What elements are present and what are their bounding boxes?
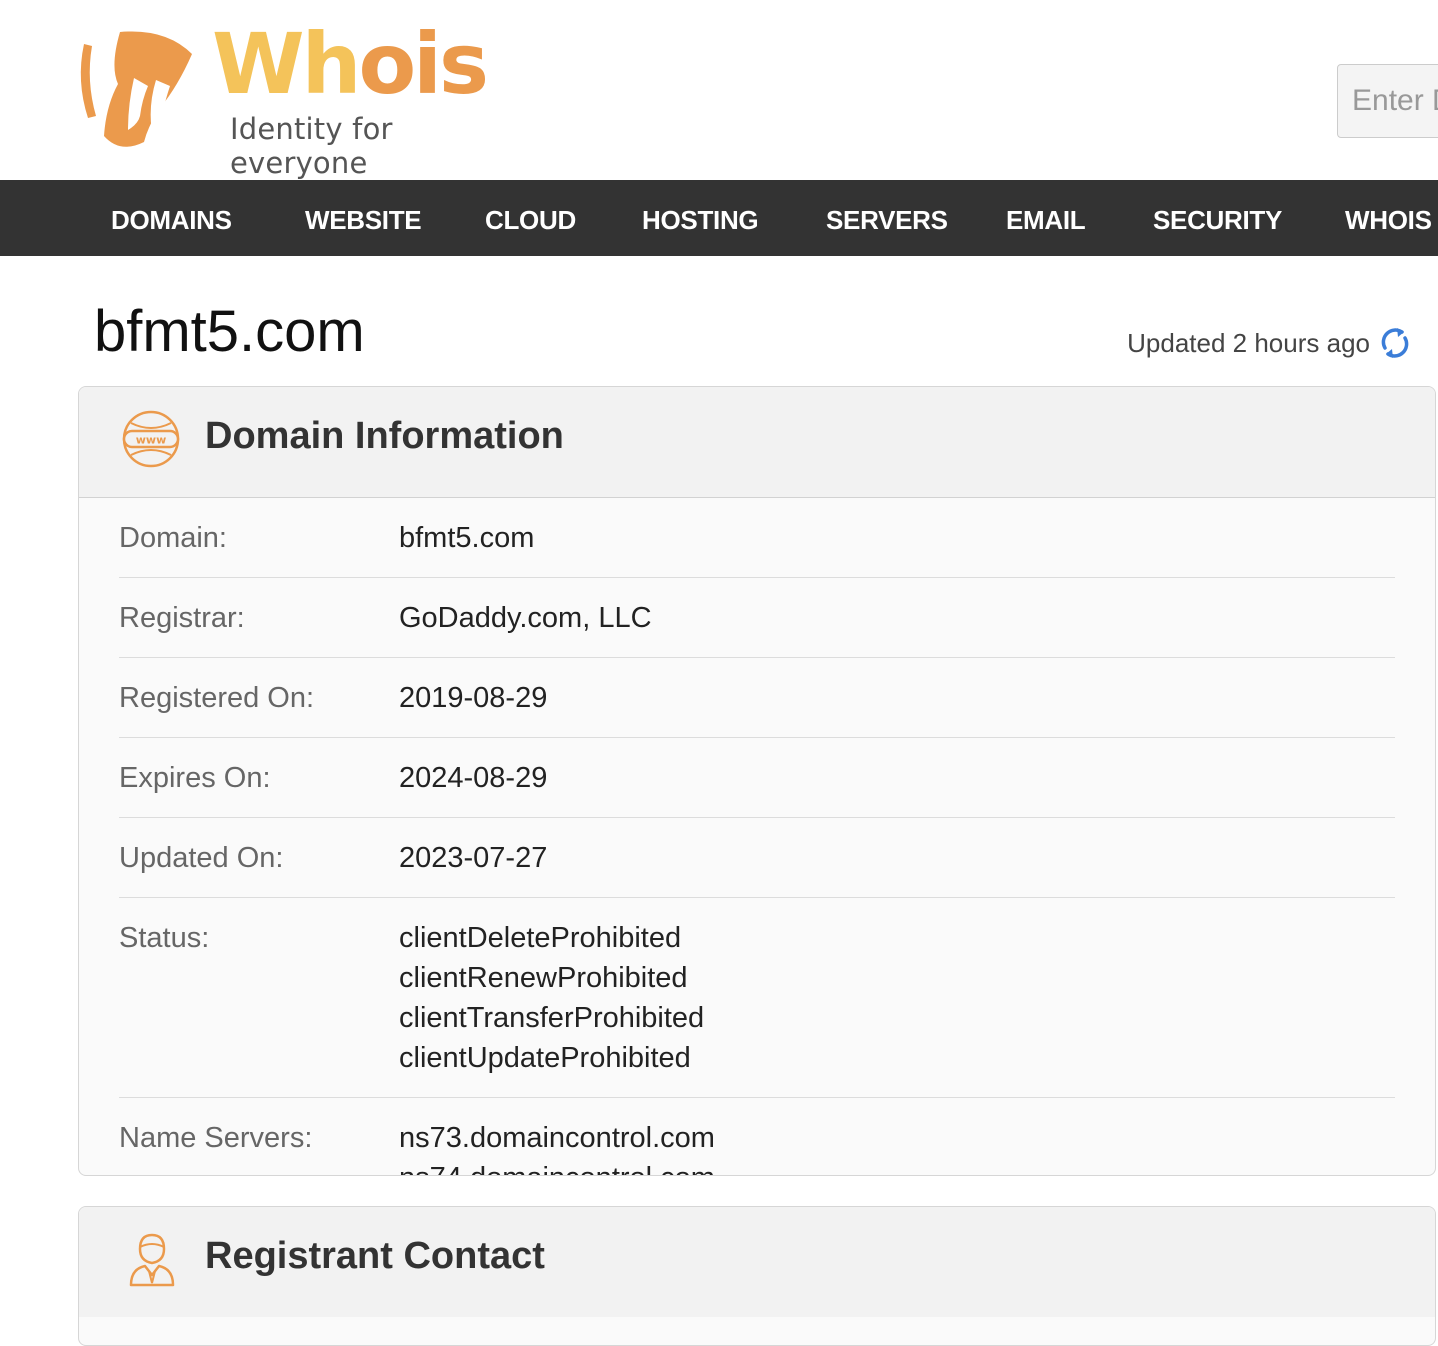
row-value: ns73.domaincontrol.com ns74.domaincontro…	[399, 1118, 715, 1175]
table-row: Registrar: GoDaddy.com, LLC	[119, 578, 1395, 658]
nav-security[interactable]: SECURITY	[1153, 180, 1282, 256]
row-label: Name Servers:	[119, 1122, 313, 1154]
nav-email[interactable]: EMAIL	[1006, 180, 1086, 256]
main-nav: DOMAINS WEBSITE CLOUD HOSTING SERVERS EM…	[0, 180, 1438, 256]
domain-information-title: Domain Information	[205, 415, 564, 457]
person-icon	[129, 1233, 175, 1287]
row-label: Updated On:	[119, 842, 284, 874]
domain-information-panel: www Domain Information Domain: bfmt5.com…	[78, 386, 1436, 1176]
page-title: bfmt5.com	[94, 299, 365, 364]
status-value: clientUpdateProhibited	[399, 1042, 691, 1074]
registered-on-value: 2019-08-29	[399, 682, 548, 714]
row-label: Expires On:	[119, 762, 271, 794]
name-server-value: ns74.domaincontrol.com	[399, 1158, 715, 1175]
table-row: Updated On: 2023-07-27	[119, 818, 1395, 898]
svg-text:www: www	[136, 434, 167, 447]
nav-website[interactable]: WEBSITE	[305, 180, 422, 256]
row-value: 2019-08-29	[399, 678, 547, 718]
status-value: clientTransferProhibited	[399, 1002, 705, 1034]
updated-on-value: 2023-07-27	[399, 842, 548, 874]
row-label: Domain:	[119, 522, 227, 554]
row-label: Status:	[119, 922, 210, 954]
name-server-value: ns73.domaincontrol.com	[399, 1122, 715, 1154]
nav-hosting[interactable]: HOSTING	[642, 180, 759, 256]
table-row: Status: clientDeleteProhibited clientRen…	[119, 898, 1395, 1098]
status-value: clientRenewProhibited	[399, 962, 688, 994]
site-logo[interactable]: Whois Identity for everyone	[74, 22, 534, 180]
table-row: Domain: bfmt5.com	[119, 498, 1395, 578]
row-label: Registered On:	[119, 682, 315, 714]
domain-value: bfmt5.com	[399, 522, 535, 554]
domain-info-rows: Domain: bfmt5.com Registrar: GoDaddy.com…	[79, 498, 1435, 1175]
registrant-contact-title: Registrant Contact	[205, 1235, 545, 1277]
row-value: clientDeleteProhibited clientRenewProhib…	[399, 918, 704, 1078]
row-value: 2023-07-27	[399, 838, 547, 878]
nav-whois[interactable]: WHOIS	[1345, 180, 1432, 256]
expires-on-value: 2024-08-29	[399, 762, 548, 794]
table-row: Expires On: 2024-08-29	[119, 738, 1395, 818]
row-value: bfmt5.com	[399, 518, 534, 558]
www-icon: www	[122, 410, 180, 468]
logo-tagline: Identity for everyone	[230, 112, 393, 180]
registrant-contact-panel: Registrant Contact	[78, 1206, 1436, 1346]
domain-information-header: www Domain Information	[79, 387, 1435, 498]
row-label: Registrar:	[119, 602, 245, 634]
logo-wordmark: Whois	[212, 15, 489, 113]
nav-servers[interactable]: SERVERS	[826, 180, 948, 256]
whois-logo-icon	[80, 31, 192, 147]
row-value: 2024-08-29	[399, 758, 547, 798]
nav-cloud[interactable]: CLOUD	[485, 180, 576, 256]
row-value: GoDaddy.com, LLC	[399, 598, 652, 638]
domain-search-input[interactable]	[1337, 64, 1438, 138]
updated-text: Updated 2 hours ago	[1127, 327, 1370, 358]
table-row: Registered On: 2019-08-29	[119, 658, 1395, 738]
refresh-icon[interactable]	[1380, 326, 1410, 360]
registrar-value: GoDaddy.com, LLC	[399, 602, 652, 634]
table-row: Name Servers: ns73.domaincontrol.com ns7…	[119, 1098, 1395, 1175]
status-value: clientDeleteProhibited	[399, 922, 682, 954]
nav-domains[interactable]: DOMAINS	[111, 180, 232, 256]
updated-status: Updated 2 hours ago	[1127, 326, 1410, 360]
registrant-contact-header: Registrant Contact	[79, 1207, 1435, 1317]
